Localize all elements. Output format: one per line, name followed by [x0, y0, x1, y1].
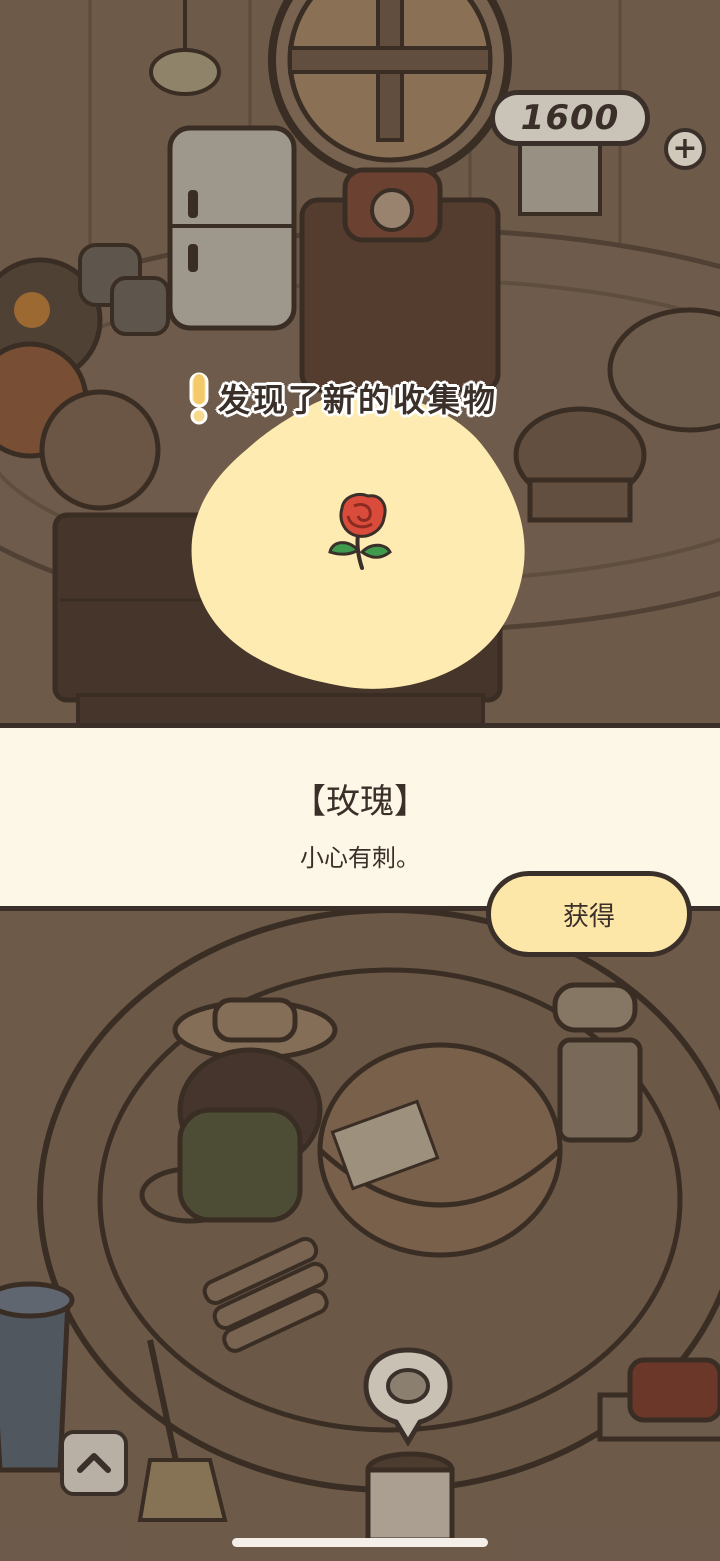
- chevron-up-icon: [77, 1453, 111, 1473]
- map-pin-icon[interactable]: [362, 1346, 454, 1446]
- discovery-title: 发现了新的收集物: [186, 370, 546, 426]
- coin-counter: 1600: [490, 90, 650, 146]
- item-name: 【玫瑰】: [292, 782, 428, 822]
- home-indicator: [232, 1538, 488, 1547]
- rose-icon: [328, 493, 392, 570]
- discovery-title-text: 发现了新的收集物: [218, 381, 499, 419]
- exclamation-icon: [189, 372, 209, 425]
- plus-icon: +: [672, 131, 698, 166]
- item-description: 小心有刺。: [300, 844, 420, 872]
- coin-value: 1600: [520, 98, 620, 138]
- add-coins-button[interactable]: +: [664, 128, 706, 170]
- obtain-button[interactable]: 获得: [486, 871, 692, 957]
- expand-menu-button[interactable]: [60, 1430, 128, 1496]
